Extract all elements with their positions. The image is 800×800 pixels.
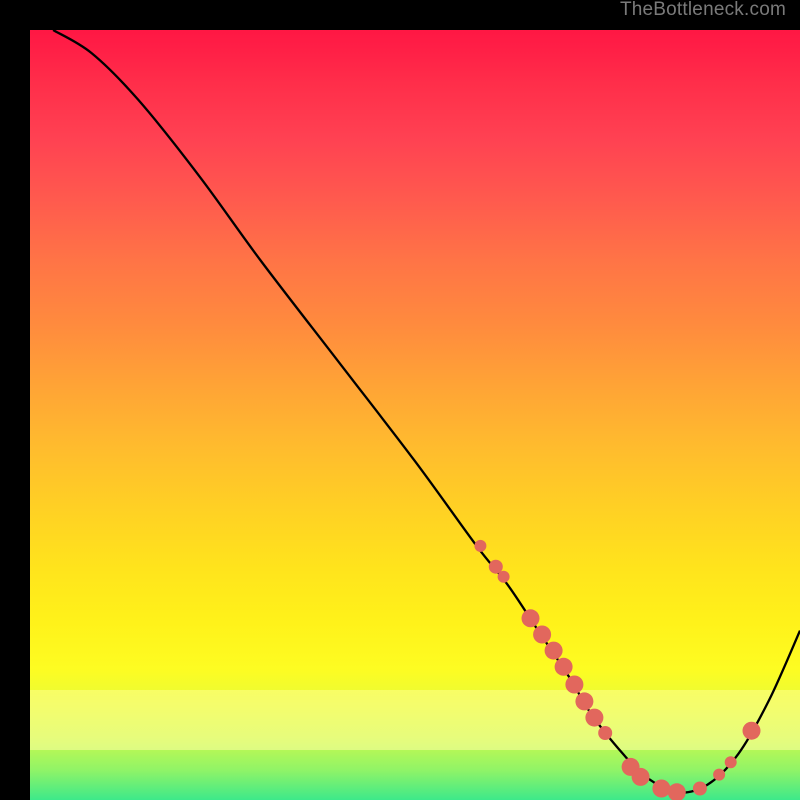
attribution-label: TheBottleneck.com (620, 0, 786, 21)
data-marker (565, 676, 583, 694)
plot-area (30, 30, 800, 800)
data-marker (474, 540, 486, 552)
data-marker (713, 769, 725, 781)
data-marker (652, 780, 670, 798)
curve-layer (30, 30, 800, 800)
data-marker (743, 722, 761, 740)
data-marker (575, 692, 593, 710)
data-marker (632, 768, 650, 786)
bottleneck-curve (53, 30, 800, 793)
marker-group (474, 540, 760, 800)
data-marker (598, 726, 612, 740)
data-marker (498, 571, 510, 583)
data-marker (725, 756, 737, 768)
data-marker (533, 626, 551, 644)
data-marker (545, 642, 563, 660)
data-marker (555, 658, 573, 676)
chart-frame (15, 15, 785, 785)
data-marker (585, 709, 603, 727)
data-marker (693, 782, 707, 796)
data-marker (668, 783, 686, 800)
data-marker (522, 609, 540, 627)
